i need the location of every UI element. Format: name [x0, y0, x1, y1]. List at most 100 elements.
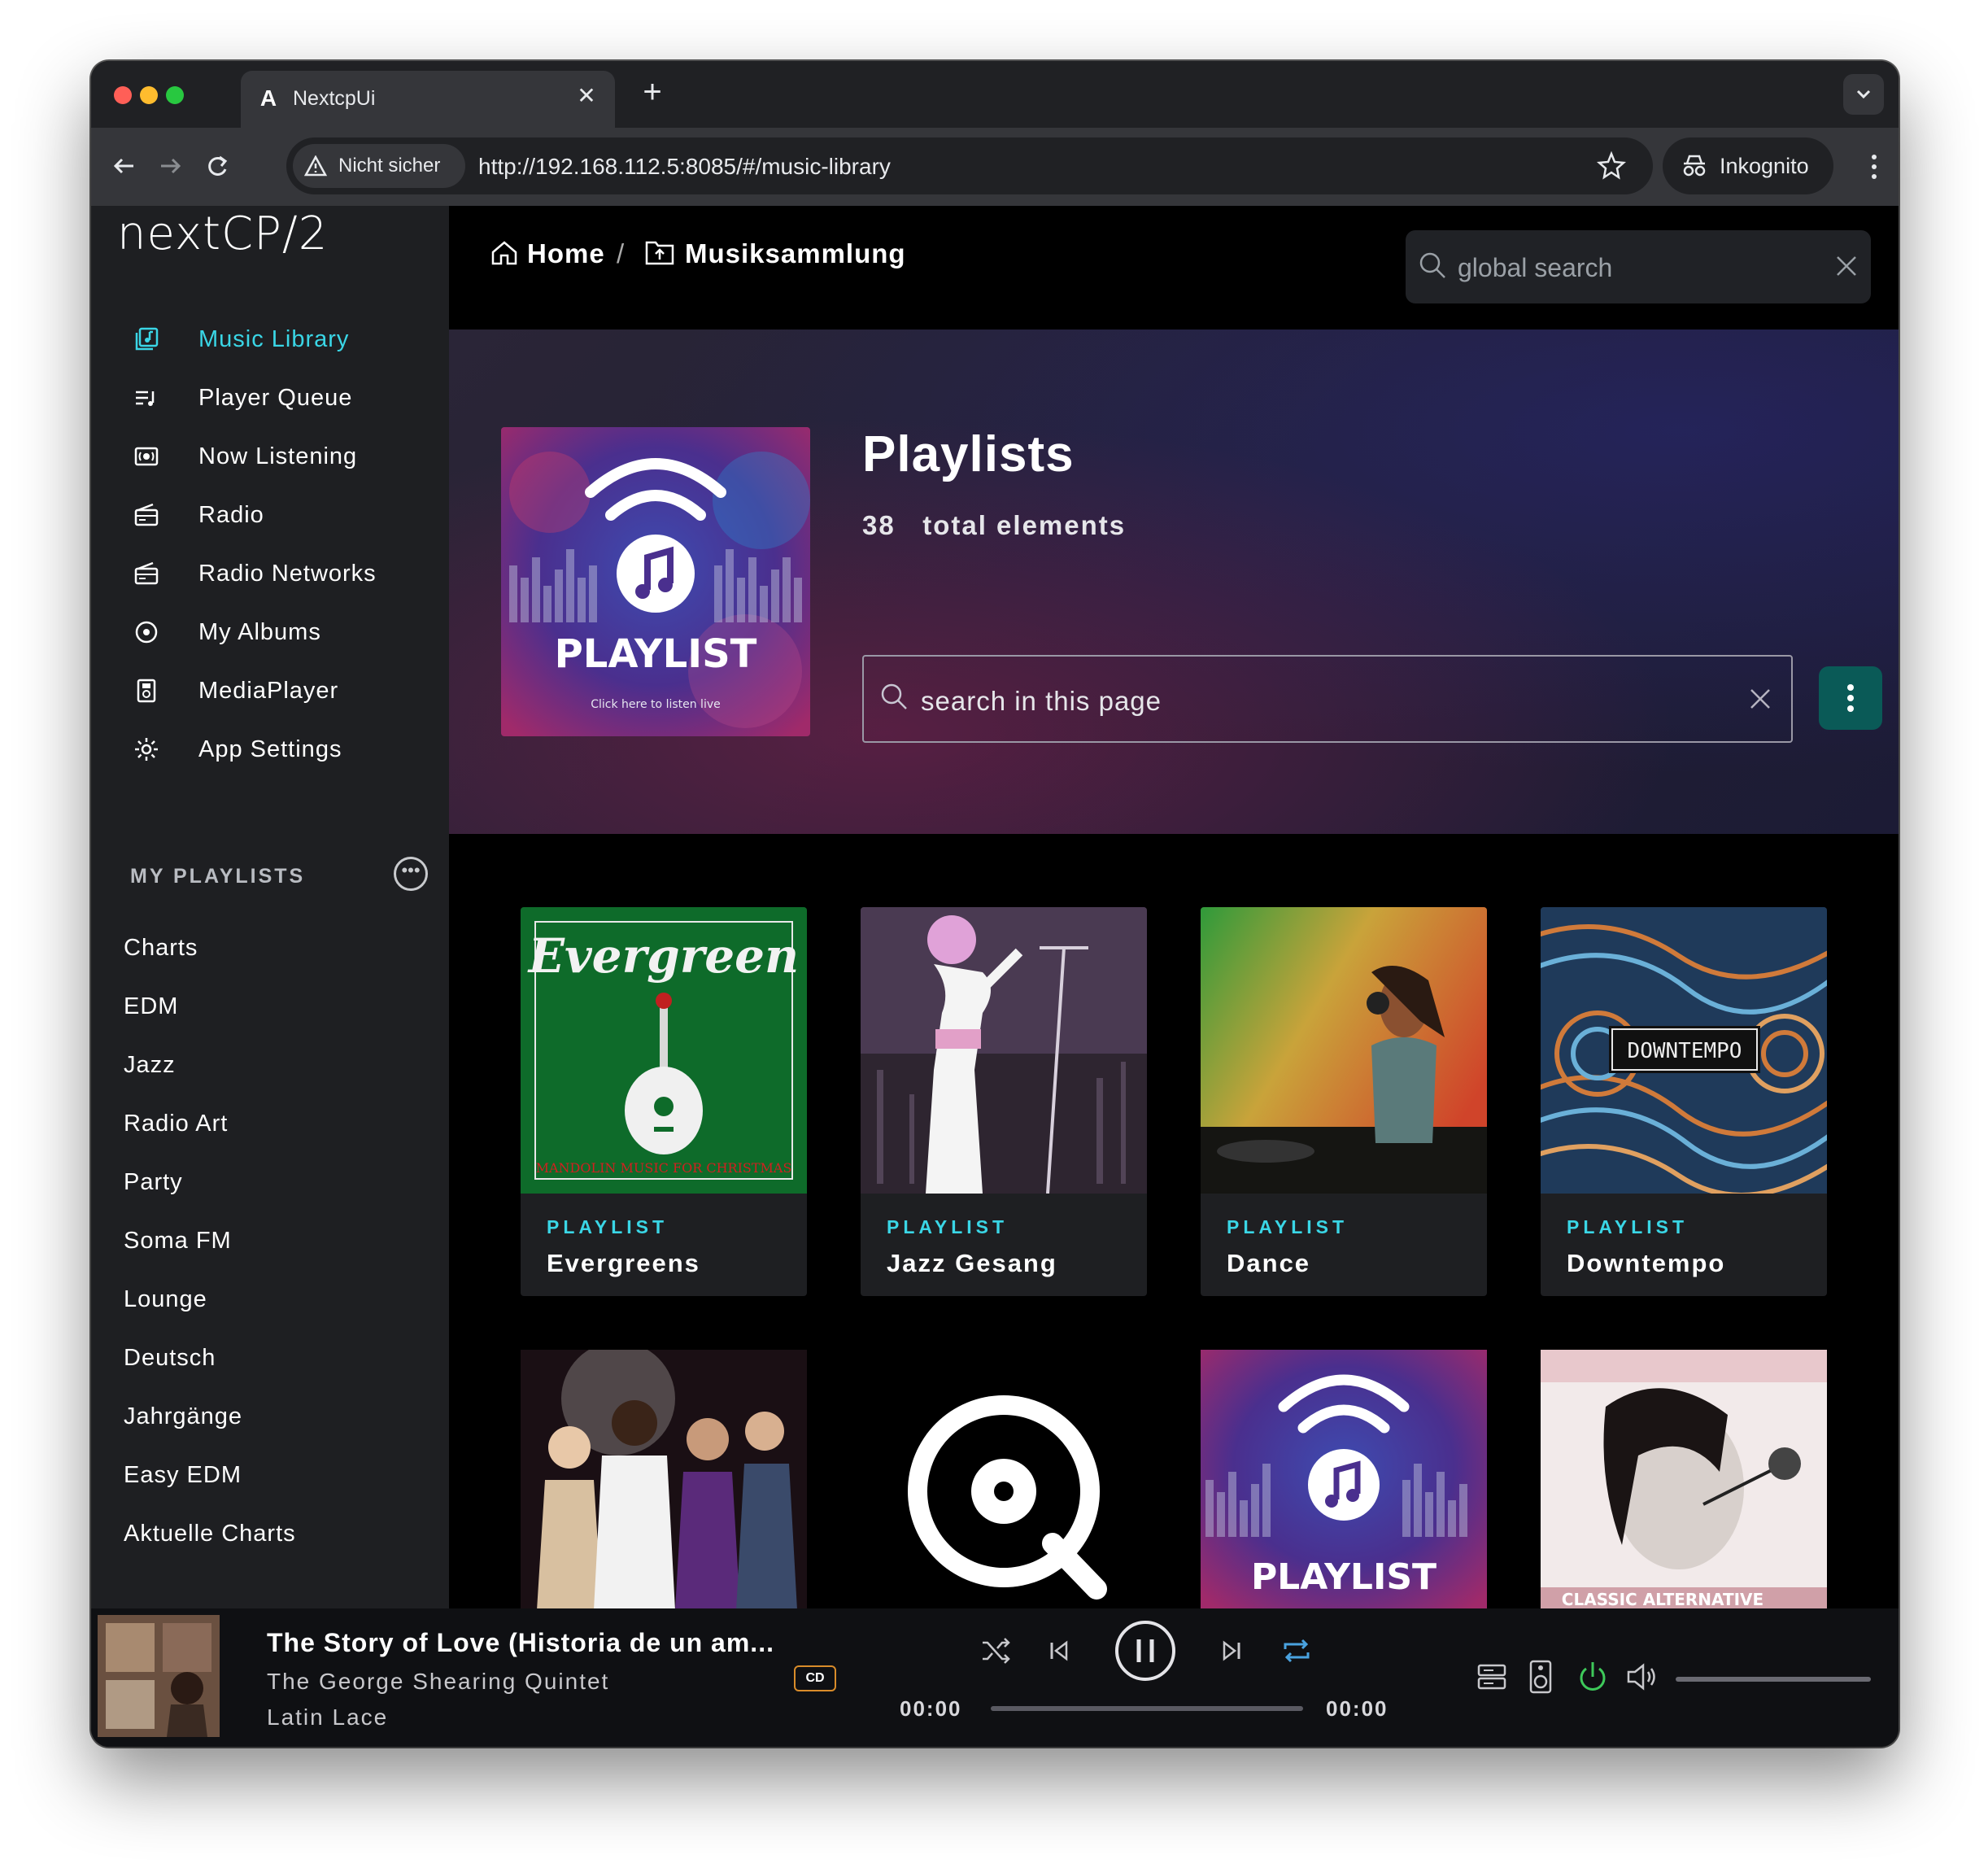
next-icon[interactable] [1217, 1636, 1246, 1665]
sidebar-item-label: MediaPlayer [198, 678, 339, 704]
track-album[interactable]: Latin Lace [267, 1704, 388, 1731]
seek-bar[interactable] [991, 1706, 1303, 1711]
now-listening-icon [134, 447, 159, 466]
playlist-card-evergreens[interactable]: Evergreen MANDOLIN MUSIC FOR CHRISTMAS P… [521, 907, 807, 1296]
sidebar-item-radio[interactable]: Radio [133, 491, 443, 539]
security-label: Nicht sicher [338, 155, 441, 177]
sidebar-item-media-player[interactable]: MediaPlayer [133, 666, 443, 715]
media-player-icon [137, 679, 156, 703]
minimize-window-button[interactable] [140, 86, 158, 104]
page-search-input[interactable]: search in this page [862, 655, 1793, 743]
my-playlists-heading: MY PLAYLISTS [130, 865, 306, 888]
playlist-card-party-cover[interactable] [521, 1350, 807, 1608]
track-artist[interactable]: The George Shearing Quintet [267, 1669, 609, 1695]
playlist-item-aktuelle-charts[interactable]: Aktuelle Charts [124, 1521, 296, 1547]
back-icon[interactable] [104, 146, 145, 186]
card-kind: PLAYLIST [1567, 1216, 1689, 1237]
playlist-item-soma-fm[interactable]: Soma FM [124, 1228, 232, 1255]
downtempo-art-title: DOWNTEMPO [1628, 1039, 1742, 1063]
sidebar-item-label: Radio Networks [198, 561, 377, 587]
tab-list-button[interactable] [1843, 74, 1884, 115]
playlist-card-classic-alternative-cover[interactable]: CLASSIC ALTERNATIVE [1541, 1350, 1827, 1608]
browser-tab[interactable]: A NextcpUi ✕ [241, 71, 615, 128]
sidebar-item-label: Radio [198, 502, 264, 528]
search-icon [881, 683, 907, 709]
playlist-item-jahrgaenge[interactable]: Jahrgänge [124, 1403, 242, 1430]
omnibox[interactable]: Nicht sicher http://192.168.112.5:8085/#… [286, 137, 1653, 194]
clear-search-icon[interactable] [1747, 686, 1773, 712]
tab-close-icon[interactable]: ✕ [573, 82, 600, 109]
sidebar-item-radio-networks[interactable]: Radio Networks [133, 549, 443, 598]
playlist-item-deutsch[interactable]: Deutsch [124, 1345, 216, 1372]
playlist-item-lounge[interactable]: Lounge [124, 1286, 207, 1313]
breadcrumb-current[interactable]: Musiksammlung [685, 238, 906, 269]
hero-banner: PLAYLIST Click here to listen live Playl… [449, 330, 1899, 834]
quality-badge: CD [794, 1665, 836, 1691]
incognito-chip[interactable]: Inkognito [1663, 137, 1833, 194]
radio-networks-icon [134, 561, 159, 585]
dance-cover [1201, 907, 1487, 1194]
more-vertical-icon [1847, 684, 1854, 712]
elapsed-time: 00:00 [900, 1696, 962, 1721]
total-count-label: total elements [922, 510, 1127, 540]
duration-time: 00:00 [1326, 1696, 1389, 1721]
server-icon[interactable] [1476, 1661, 1508, 1693]
playlist-card-qobuz-cover[interactable] [861, 1350, 1147, 1608]
incognito-icon [1683, 155, 1706, 177]
evergreens-art-caption: MANDOLIN MUSIC FOR CHRISTMAS [536, 1160, 792, 1176]
reload-icon[interactable] [197, 146, 238, 186]
playlist-item-easy-edm[interactable]: Easy EDM [124, 1462, 242, 1489]
volume-icon[interactable] [1625, 1661, 1659, 1693]
address-bar: Nicht sicher http://192.168.112.5:8085/#… [91, 128, 1899, 206]
playlist-card-downtempo[interactable]: DOWNTEMPO PLAYLIST Downtempo [1541, 907, 1827, 1296]
playlist-card-radio-cover[interactable]: PLAYLIST [1201, 1350, 1487, 1608]
sidebar-item-label: Now Listening [198, 443, 358, 469]
playlist-options-icon[interactable]: ••• [394, 857, 428, 891]
playlist-card-dance[interactable]: PLAYLIST Dance [1201, 907, 1487, 1296]
bookmark-star-icon[interactable] [1594, 149, 1628, 183]
security-chip[interactable]: Nicht sicher [293, 144, 465, 188]
repeat-icon[interactable] [1279, 1633, 1314, 1669]
music-library-icon [135, 327, 159, 351]
now-playing-cover[interactable] [98, 1615, 220, 1737]
sidebar-item-label: App Settings [198, 736, 342, 762]
more-options-button[interactable] [1819, 666, 1882, 730]
playlist-item-party[interactable]: Party [124, 1169, 183, 1196]
sidebar-item-music-library[interactable]: Music Library [133, 315, 443, 364]
player-bar: The Story of Love (Historia de un am... … [91, 1608, 1899, 1747]
power-icon[interactable] [1575, 1659, 1611, 1695]
sidebar-item-app-settings[interactable]: App Settings [133, 725, 443, 774]
tab-title: NextcpUi [293, 87, 376, 110]
queue-icon [136, 391, 155, 406]
latin-lace-cover-image [98, 1615, 220, 1737]
playlist-item-jazz[interactable]: Jazz [124, 1052, 176, 1079]
evergreens-art-title: Evergreen [527, 928, 799, 984]
browser-menu-icon[interactable] [1866, 147, 1882, 186]
playlist-card-jazz-gesang[interactable]: PLAYLIST Jazz Gesang [861, 907, 1147, 1296]
main-content: Home / Musiksammlung global search PLAYL… [449, 206, 1899, 1608]
forward-icon[interactable] [150, 146, 190, 186]
sidebar-item-now-listening[interactable]: Now Listening [133, 432, 443, 481]
url-text[interactable]: http://192.168.112.5:8085/#/music-librar… [478, 154, 891, 180]
shuffle-icon[interactable] [979, 1634, 1012, 1667]
sidebar-item-my-albums[interactable]: My Albums [133, 608, 443, 657]
playlist-item-radio-art[interactable]: Radio Art [124, 1111, 228, 1137]
folder-icon [645, 241, 674, 265]
playlist-item-edm[interactable]: EDM [124, 993, 178, 1020]
sidebar-item-player-queue[interactable]: Player Queue [133, 373, 443, 422]
previous-icon[interactable] [1044, 1636, 1074, 1665]
breadcrumb-separator: / [617, 238, 626, 268]
breadcrumb-home[interactable]: Home [527, 238, 605, 269]
close-window-button[interactable] [114, 86, 132, 104]
qobuz-logo-icon [908, 1395, 1107, 1600]
speaker-device-icon[interactable] [1528, 1659, 1554, 1695]
clear-search-icon[interactable] [1833, 253, 1859, 279]
volume-slider[interactable] [1676, 1677, 1871, 1682]
pause-icon[interactable] [1113, 1618, 1178, 1683]
settings-icon [135, 738, 158, 761]
hero-cover-art[interactable]: PLAYLIST Click here to listen live [501, 427, 810, 736]
playlist-item-charts[interactable]: Charts [124, 935, 198, 962]
global-search-input[interactable]: global search [1406, 230, 1871, 303]
maximize-window-button[interactable] [166, 86, 184, 104]
new-tab-button[interactable]: + [634, 74, 670, 110]
